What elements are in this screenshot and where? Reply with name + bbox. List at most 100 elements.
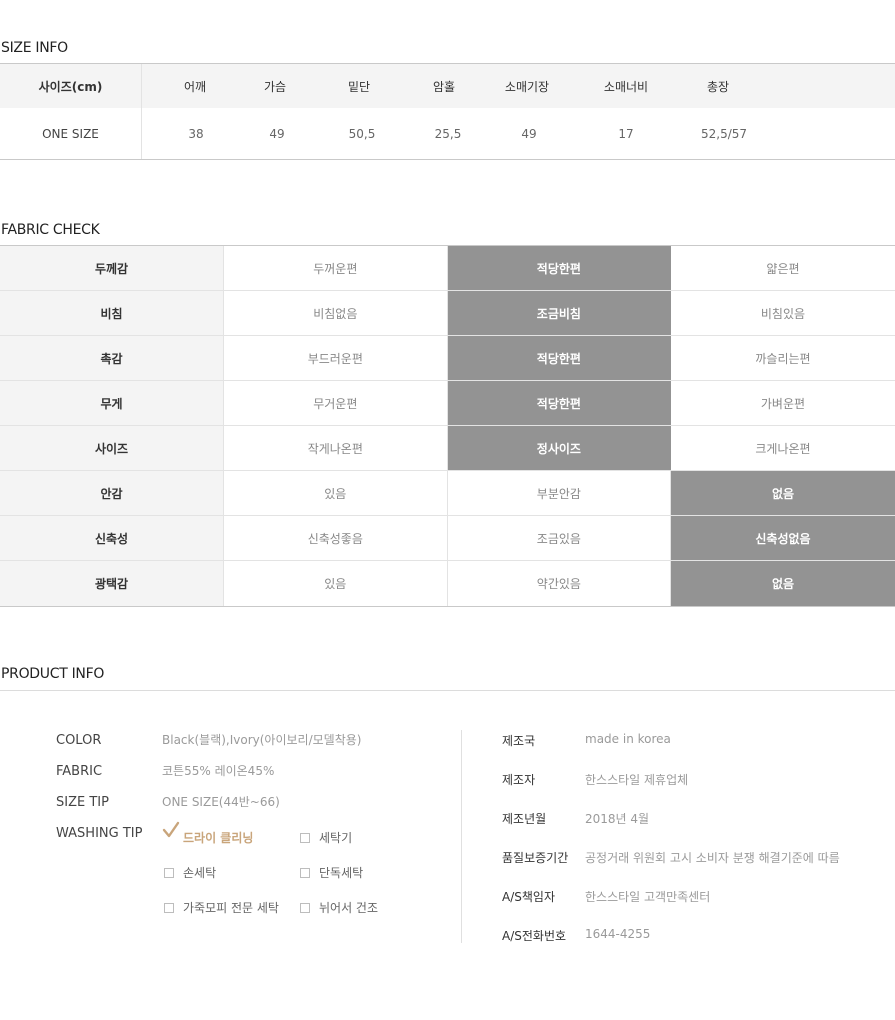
origin-value: made in korea <box>585 732 671 746</box>
fabric-option: 조금비침 <box>447 291 672 335</box>
fabric-option: 없음 <box>671 471 895 515</box>
origin-label: 제조국 <box>502 734 536 748</box>
fabric-row: 사이즈 작게나온편 정사이즈 크게나온편 <box>0 426 895 471</box>
fabric-row-label: 안감 <box>0 471 224 515</box>
fabric-option: 얇은편 <box>766 261 800 276</box>
manufacture-date-value: 2018년 4월 <box>585 812 650 826</box>
checkbox-icon <box>164 867 174 878</box>
size-tip-label: SIZE TIP <box>56 795 109 810</box>
wash-option-label: 단독세탁 <box>319 866 364 880</box>
fabric-option: 있음 <box>224 561 448 606</box>
fabric-row-label: 광택감 <box>0 561 224 606</box>
fabric-row: 광택감 있음 약간있음 없음 <box>0 561 895 606</box>
fabric-row: 두께감 두꺼운편 적당한편 얇은편 <box>0 246 895 291</box>
size-value: 50,5 <box>348 126 376 141</box>
checkbox-icon <box>164 833 174 843</box>
fabric-option: 적당한편 <box>447 381 672 425</box>
size-value-row: ONE SIZE 38 49 50,5 25,5 49 17 52,5/57 <box>0 108 895 159</box>
fabric-row-label: 신축성 <box>0 516 224 560</box>
size-value: 25,5 <box>434 126 462 141</box>
checkbox-icon <box>300 867 310 878</box>
fabric-option: 적당한편 <box>447 336 672 380</box>
fabric-option: 조금있음 <box>448 516 672 560</box>
wash-option-dry-cleaning: 드라이 클리닝 <box>164 829 253 846</box>
size-table: 사이즈(cm) 어깨 가슴 밑단 암홀 소매기장 소매너비 총장 ONE SIZ… <box>0 63 895 160</box>
color-label: COLOR <box>56 733 102 748</box>
checkbox-icon <box>164 902 174 913</box>
wash-option-label: 뉘어서 건조 <box>319 901 379 915</box>
size-tip-value: ONE SIZE(44반~66) <box>162 795 280 809</box>
fabric-option: 신축성좋음 <box>224 516 448 560</box>
warranty-label: 품질보증기간 <box>502 851 569 865</box>
size-col-header: 소매너비 <box>603 79 649 94</box>
fabric-label: FABRIC <box>56 764 103 779</box>
fabric-option: 작게나온편 <box>224 426 448 470</box>
as-phone-value: 1644-4255 <box>585 927 651 941</box>
fabric-option: 두꺼운편 <box>224 246 448 290</box>
wash-option-hand-wash: 손세탁 <box>164 864 216 881</box>
wash-option-label: 가죽모피 전문 세탁 <box>183 901 279 915</box>
fabric-row-label: 비침 <box>0 291 224 335</box>
fabric-check-title: FABRIC CHECK <box>1 222 100 238</box>
size-value: 49 <box>521 126 537 141</box>
size-row-label: ONE SIZE <box>0 108 142 159</box>
wash-option-leather: 가죽모피 전문 세탁 <box>164 899 279 916</box>
fabric-value: 코튼55% 레이온45% <box>162 764 275 778</box>
size-col-header: 어깨 <box>183 79 207 94</box>
size-info-title: SIZE INFO <box>1 40 68 56</box>
fabric-option: 부드러운편 <box>224 336 448 380</box>
warranty-value: 공정거래 위원회 고시 소비자 분쟁 해결기준에 따름 <box>585 851 840 865</box>
size-col-header: 소매기장 <box>504 79 550 94</box>
size-value: 52,5/57 <box>700 126 748 141</box>
washing-tip-label: WASHING TIP <box>56 826 143 841</box>
fabric-option: 정사이즈 <box>447 426 672 470</box>
fabric-table: 두께감 두꺼운편 적당한편 얇은편 비침 비침없음 조금비침 비침있음 촉감 부… <box>0 245 895 607</box>
manufacturer-value: 한스스타일 제휴업체 <box>585 773 689 787</box>
fabric-row: 촉감 부드러운편 적당한편 까슬리는편 <box>0 336 895 381</box>
size-header-row: 사이즈(cm) 어깨 가슴 밑단 암홀 소매기장 소매너비 총장 <box>0 64 895 108</box>
wash-option-label: 세탁기 <box>319 831 353 845</box>
fabric-row-label: 두께감 <box>0 246 224 290</box>
manufacturer-label: 제조자 <box>502 773 536 787</box>
size-label-header: 사이즈(cm) <box>0 64 142 108</box>
fabric-option: 비침있음 <box>760 306 806 321</box>
size-col-header: 총장 <box>706 79 730 94</box>
fabric-row-label: 촉감 <box>0 336 224 380</box>
size-col-header: 암홀 <box>432 79 456 94</box>
wash-option-flat-dry: 뉘어서 건조 <box>300 899 378 916</box>
fabric-option: 있음 <box>224 471 448 515</box>
fabric-option: 신축성없음 <box>671 516 895 560</box>
size-value: 17 <box>618 126 634 141</box>
fabric-row: 비침 비침없음 조금비침 비침있음 <box>0 291 895 336</box>
product-info-title: PRODUCT INFO <box>1 666 105 682</box>
fabric-option: 까슬리는편 <box>755 351 811 366</box>
size-value: 38 <box>188 126 204 141</box>
fabric-row-label: 사이즈 <box>0 426 224 470</box>
fabric-option: 가벼운편 <box>760 396 806 411</box>
fabric-row: 안감 있음 부분안감 없음 <box>0 471 895 516</box>
size-col-header: 밑단 <box>347 79 371 94</box>
fabric-option: 없음 <box>671 561 895 606</box>
fabric-option: 무거운편 <box>224 381 448 425</box>
fabric-option: 약간있음 <box>448 561 672 606</box>
as-phone-label: A/S전화번호 <box>502 929 567 943</box>
checkbox-icon <box>300 832 310 843</box>
fabric-row: 무게 무거운편 적당한편 가벼운편 <box>0 381 895 426</box>
as-manager-label: A/S책임자 <box>502 890 555 904</box>
fabric-option: 크게나온편 <box>755 441 811 456</box>
wash-option-label: 드라이 클리닝 <box>183 831 254 845</box>
wash-option-washer: 세탁기 <box>300 829 352 846</box>
color-value: Black(블랙),Ivory(아이보리/모델착용) <box>162 733 362 747</box>
fabric-option: 적당한편 <box>447 246 672 290</box>
as-manager-value: 한스스타일 고객만족센터 <box>585 890 711 904</box>
checkbox-icon <box>300 902 310 913</box>
manufacture-date-label: 제조년월 <box>502 812 547 826</box>
divider <box>0 690 895 691</box>
fabric-option: 부분안감 <box>448 471 672 515</box>
size-col-header: 가슴 <box>263 79 287 94</box>
fabric-row-label: 무게 <box>0 381 224 425</box>
size-value: 49 <box>269 126 285 141</box>
column-divider <box>461 730 462 943</box>
fabric-option: 비침없음 <box>224 291 448 335</box>
wash-option-label: 손세탁 <box>183 866 217 880</box>
